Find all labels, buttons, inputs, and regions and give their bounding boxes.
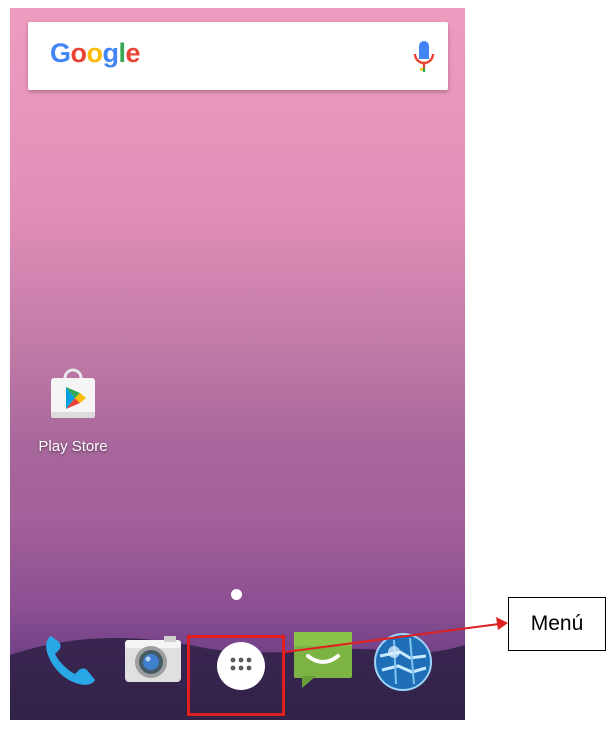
camera-icon[interactable] — [120, 626, 186, 692]
browser-icon[interactable] — [370, 626, 436, 692]
menu-highlight-box — [187, 635, 285, 716]
app-shortcut-play-store[interactable]: Play Store — [32, 368, 114, 455]
messaging-icon[interactable] — [290, 626, 356, 692]
logo-letter: g — [102, 38, 120, 68]
logo-letter: l — [118, 38, 127, 68]
google-search-bar[interactable]: Google — [28, 22, 448, 90]
logo-letter: G — [50, 38, 71, 68]
menu-callout-label: Menú — [508, 597, 606, 651]
logo-letter: o — [70, 38, 88, 68]
logo-letter: e — [125, 38, 141, 68]
android-home-screen: Google Play Store — [10, 8, 465, 720]
microphone-icon[interactable] — [412, 40, 436, 74]
logo-letter: o — [86, 38, 104, 68]
phone-icon[interactable] — [37, 626, 103, 692]
app-label: Play Store — [38, 438, 108, 455]
play-store-icon — [51, 368, 95, 418]
google-logo: Google — [50, 38, 141, 69]
page-indicator — [231, 589, 242, 600]
